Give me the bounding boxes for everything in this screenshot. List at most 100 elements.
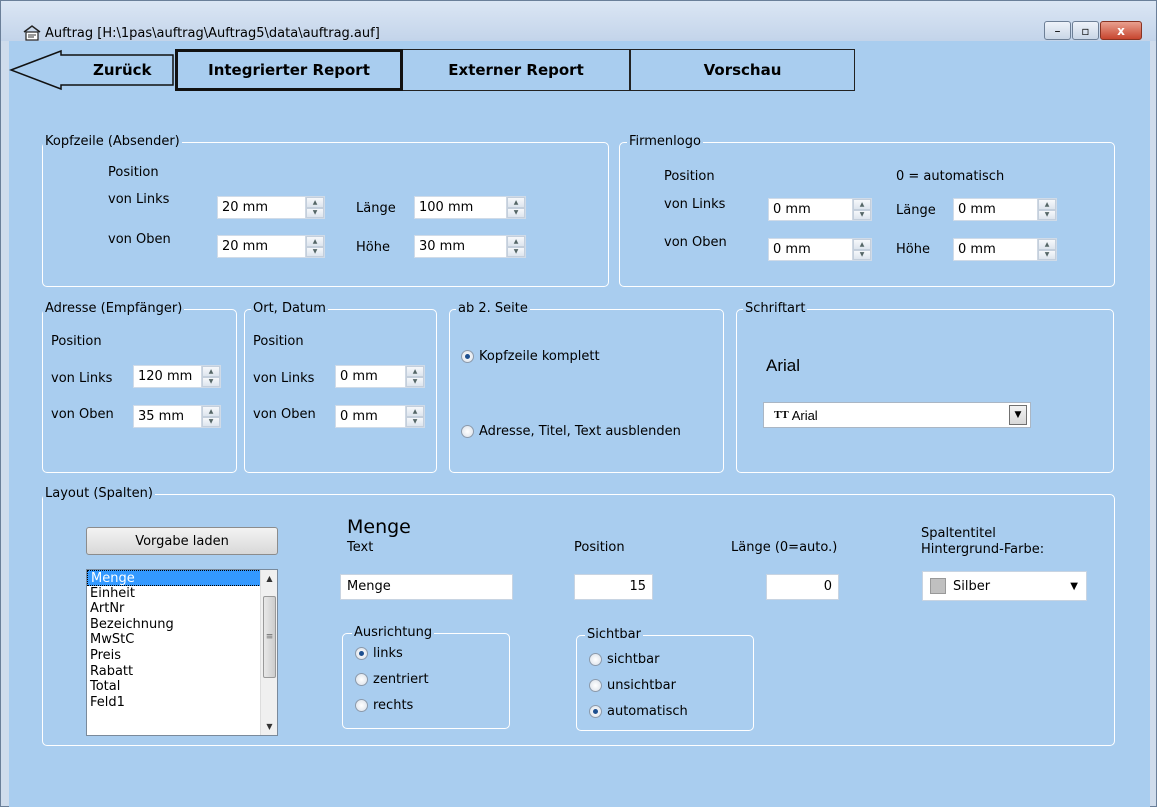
spin-up-icon[interactable]: ▲ [507, 197, 525, 208]
radio-adresse-ausblenden[interactable]: Adresse, Titel, Text ausblenden [461, 424, 681, 439]
firmenlogo-oben-spinner[interactable]: 0 mm ▲ ▼ [768, 238, 872, 261]
scroll-thumb[interactable]: ≡ [263, 596, 276, 678]
radio-automatisch[interactable]: automatisch [589, 704, 688, 719]
spin-down-icon[interactable]: ▼ [202, 376, 220, 387]
column-listbox[interactable]: Menge Einheit ArtNr Bezeichnung MwStC Preis Ra… [86, 569, 278, 736]
spinner-value: 0 mm [340, 369, 378, 384]
list-item[interactable]: Einheit [87, 586, 277, 602]
radio-links[interactable]: links [355, 646, 403, 661]
spin-down-icon[interactable]: ▼ [406, 416, 424, 427]
von-oben-label: von Oben [664, 235, 727, 250]
radio-label: Adresse, Titel, Text ausblenden [479, 424, 681, 439]
list-item[interactable]: Bezeichnung [87, 617, 277, 633]
list-item[interactable]: Preis [87, 648, 277, 664]
dropdown-arrow-icon[interactable]: ▼ [1070, 581, 1078, 592]
adresse-links-spinner[interactable]: 120 mm ▲ ▼ [133, 365, 221, 388]
header-color-select[interactable]: Silber ▼ [922, 571, 1087, 601]
column-text-input[interactable]: Menge [340, 574, 513, 600]
tab-integrierter-report[interactable]: Integrierter Report [175, 49, 403, 91]
dropdown-arrow-icon[interactable]: ▼ [1009, 405, 1027, 425]
spin-down-icon[interactable]: ▼ [406, 376, 424, 387]
list-item[interactable]: Menge [87, 570, 277, 586]
group-legend: Ausrichtung [352, 625, 435, 640]
list-item[interactable]: Total [87, 679, 277, 695]
spin-up-icon[interactable]: ▲ [853, 239, 871, 250]
radio-label: sichtbar [607, 652, 660, 667]
ortdatum-oben-spinner[interactable]: 0 mm ▲ ▼ [335, 405, 425, 428]
kopfzeile-laenge-spinner[interactable]: 100 mm ▲ ▼ [414, 196, 526, 219]
ortdatum-links-spinner[interactable]: 0 mm ▲ ▼ [335, 365, 425, 388]
spin-down-icon[interactable]: ▼ [507, 207, 525, 218]
spin-down-icon[interactable]: ▼ [507, 246, 525, 257]
font-select[interactable]: TT Arial ▼ [763, 402, 1031, 428]
radio-zentriert[interactable]: zentriert [355, 672, 429, 687]
spin-up-icon[interactable]: ▲ [1038, 199, 1056, 210]
radio-label: rechts [373, 698, 414, 713]
spin-up-icon[interactable]: ▲ [853, 199, 871, 210]
group-legend: ab 2. Seite [456, 301, 530, 316]
spin-down-icon[interactable]: ▼ [853, 209, 871, 220]
list-item[interactable]: Feld1 [87, 695, 277, 711]
group-legend: Sichtbar [585, 627, 643, 642]
group-legend: Schriftart [743, 301, 808, 316]
window-controls: – ▫ x [1043, 21, 1142, 40]
radio-selected-icon [355, 647, 368, 660]
spin-down-icon[interactable]: ▼ [853, 249, 871, 260]
spin-up-icon[interactable]: ▲ [306, 236, 324, 247]
adresse-oben-spinner[interactable]: 35 mm ▲ ▼ [133, 405, 221, 428]
column-position-input[interactable]: 15 [574, 574, 653, 600]
spinner-value: 20 mm [222, 200, 269, 215]
radio-label: unsichtbar [607, 678, 676, 693]
von-oben-label: von Oben [51, 407, 114, 422]
kopfzeile-links-spinner[interactable]: 20 mm ▲ ▼ [217, 196, 325, 219]
kopfzeile-oben-spinner[interactable]: 20 mm ▲ ▼ [217, 235, 325, 258]
spin-down-icon[interactable]: ▼ [202, 416, 220, 427]
close-button[interactable]: x [1100, 21, 1142, 40]
von-links-label: von Links [51, 371, 113, 386]
radio-kopfzeile-komplett[interactable]: Kopfzeile komplett [461, 349, 600, 364]
list-item[interactable]: Rabatt [87, 664, 277, 680]
spin-up-icon[interactable]: ▲ [406, 366, 424, 377]
color-swatch-icon [930, 578, 946, 594]
spin-up-icon[interactable]: ▲ [1038, 239, 1056, 250]
spin-up-icon[interactable]: ▲ [406, 406, 424, 417]
listbox-scrollbar[interactable]: ▲ ≡ ▼ [260, 570, 277, 735]
scroll-up-icon[interactable]: ▲ [261, 570, 277, 587]
radio-unsichtbar[interactable]: unsichtbar [589, 678, 676, 693]
tab-label: Vorschau [703, 61, 782, 79]
spinner-value: 20 mm [222, 239, 269, 254]
hoehe-label: Höhe [356, 240, 390, 255]
kopfzeile-hoehe-spinner[interactable]: 30 mm ▲ ▼ [414, 235, 526, 258]
firmenlogo-laenge-spinner[interactable]: 0 mm ▲ ▼ [953, 198, 1057, 221]
radio-sichtbar[interactable]: sichtbar [589, 652, 659, 667]
maximize-icon: ▫ [1081, 23, 1090, 38]
header-color-label-1: Spaltentitel [921, 526, 996, 541]
firmenlogo-hoehe-spinner[interactable]: 0 mm ▲ ▼ [953, 238, 1057, 261]
minimize-button[interactable]: – [1044, 21, 1071, 40]
vorgabe-laden-button[interactable]: Vorgabe laden [86, 527, 278, 555]
spin-up-icon[interactable]: ▲ [306, 197, 324, 208]
spin-up-icon[interactable]: ▲ [507, 236, 525, 247]
back-button[interactable]: Zurück [9, 49, 175, 91]
scroll-down-icon[interactable]: ▼ [261, 718, 277, 735]
laenge-label: Länge [356, 201, 396, 216]
seite2-group: ab 2. Seite Kopfzeile komplett Adresse, … [449, 301, 724, 473]
spin-down-icon[interactable]: ▼ [1038, 209, 1056, 220]
column-laenge-input[interactable]: 0 [766, 574, 839, 600]
firmenlogo-links-spinner[interactable]: 0 mm ▲ ▼ [768, 198, 872, 221]
tab-vorschau[interactable]: Vorschau [630, 49, 855, 91]
spinner-value: 0 mm [958, 242, 996, 257]
spin-up-icon[interactable]: ▲ [202, 366, 220, 377]
spin-down-icon[interactable]: ▼ [306, 246, 324, 257]
sichtbar-group: Sichtbar sichtbar unsichtbar automatisch [576, 627, 754, 731]
radio-rechts[interactable]: rechts [355, 698, 413, 713]
spinner-value: 0 mm [773, 202, 811, 217]
spin-down-icon[interactable]: ▼ [306, 207, 324, 218]
spin-up-icon[interactable]: ▲ [202, 406, 220, 417]
maximize-button[interactable]: ▫ [1072, 21, 1099, 40]
nav-bar: Zurück Integrierter Report Externer Repo… [9, 49, 855, 91]
list-item[interactable]: ArtNr [87, 601, 277, 617]
spin-down-icon[interactable]: ▼ [1038, 249, 1056, 260]
tab-externer-report[interactable]: Externer Report [403, 49, 630, 91]
list-item[interactable]: MwStC [87, 632, 277, 648]
